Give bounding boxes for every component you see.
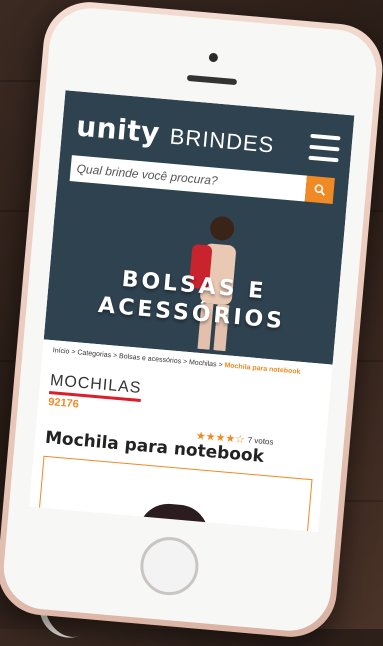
- phone-face: unity BRINDES Qual brinde você procura?: [0, 4, 380, 635]
- hamburger-icon[interactable]: [308, 133, 341, 165]
- product-image-frame: [38, 455, 313, 532]
- home-button[interactable]: [138, 534, 201, 598]
- search-icon: [314, 184, 326, 196]
- site-logo[interactable]: unity: [75, 109, 161, 149]
- smartphone: unity BRINDES Qual brinde você procura?: [0, 0, 383, 641]
- breadcrumb-current: Mochila para notebook: [224, 362, 301, 376]
- product-code: 92176: [47, 395, 80, 411]
- product-content: Início > Categorias > Bolsas e acessório…: [29, 339, 333, 532]
- site-logo-sub[interactable]: BRINDES: [169, 124, 276, 159]
- category-banner: BOLSAS E ACESSÓRIOS: [43, 189, 346, 365]
- phone-screen: unity BRINDES Qual brinde você procura?: [29, 90, 355, 532]
- product-image[interactable]: [138, 501, 211, 532]
- search-button[interactable]: [304, 175, 335, 204]
- front-camera: [208, 52, 219, 63]
- earpiece-speaker: [186, 74, 238, 86]
